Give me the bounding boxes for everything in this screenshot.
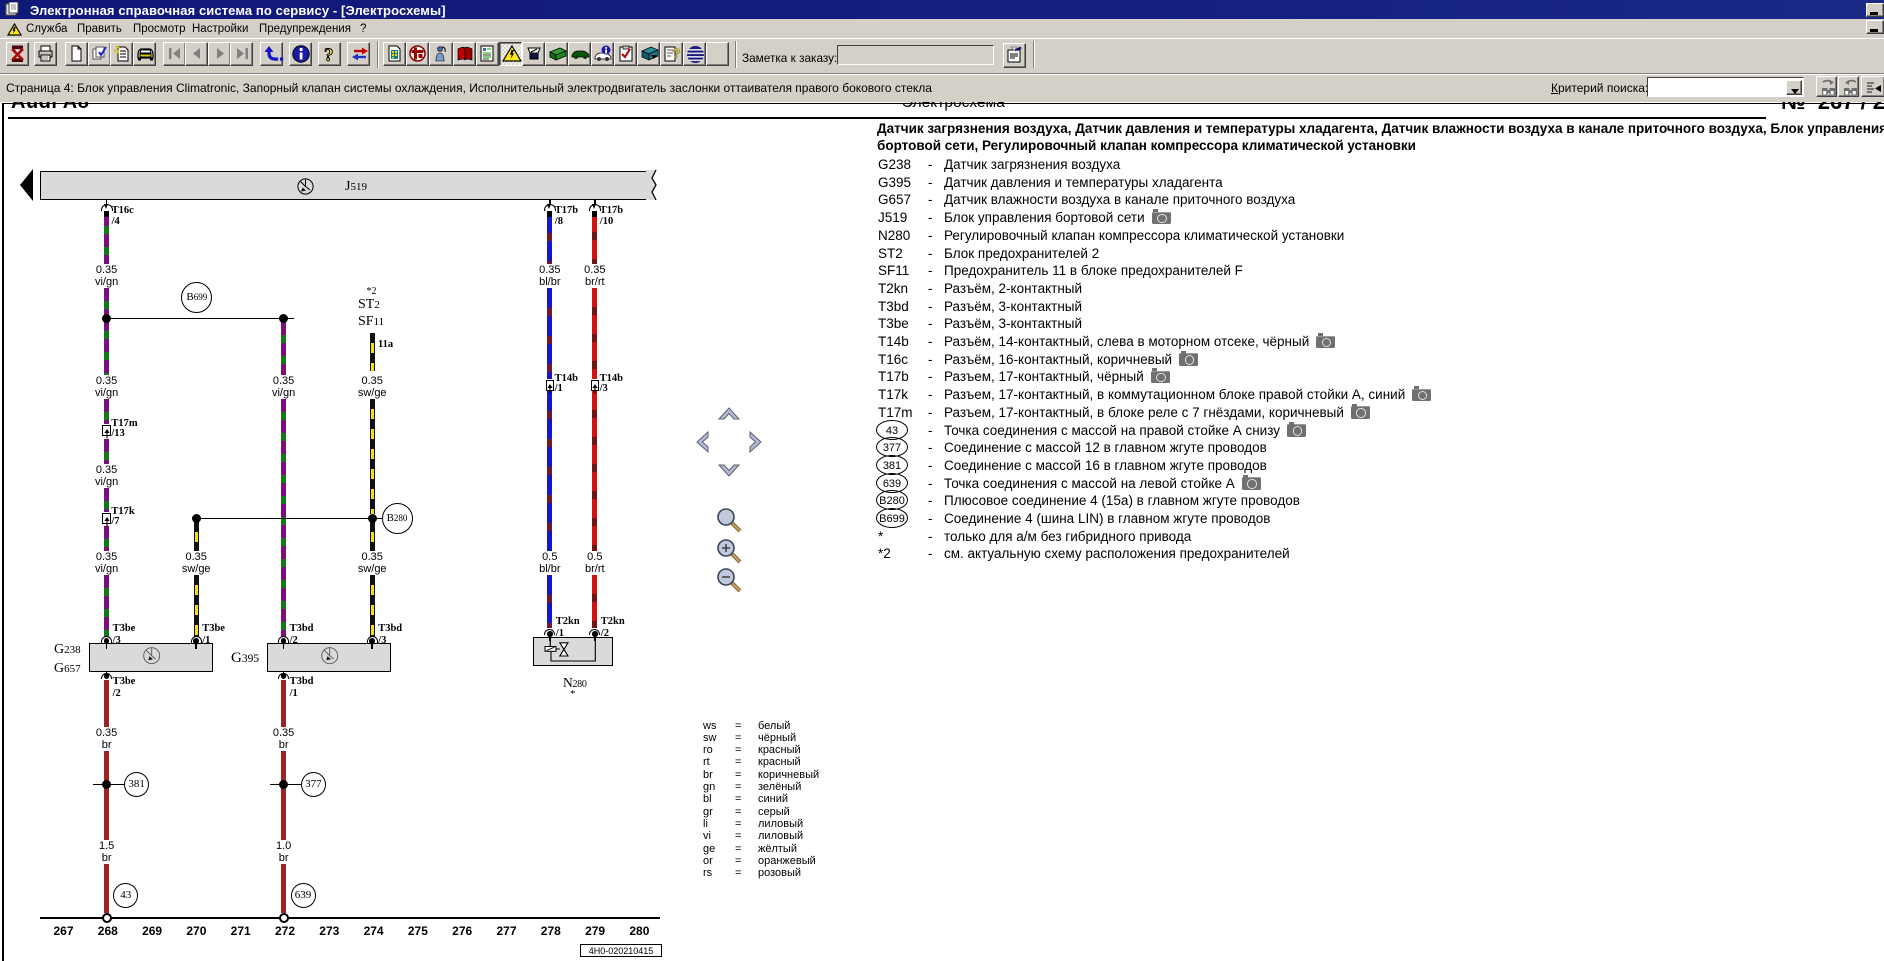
svg-text:?: ? <box>672 45 681 61</box>
svg-text:?: ? <box>324 45 334 63</box>
